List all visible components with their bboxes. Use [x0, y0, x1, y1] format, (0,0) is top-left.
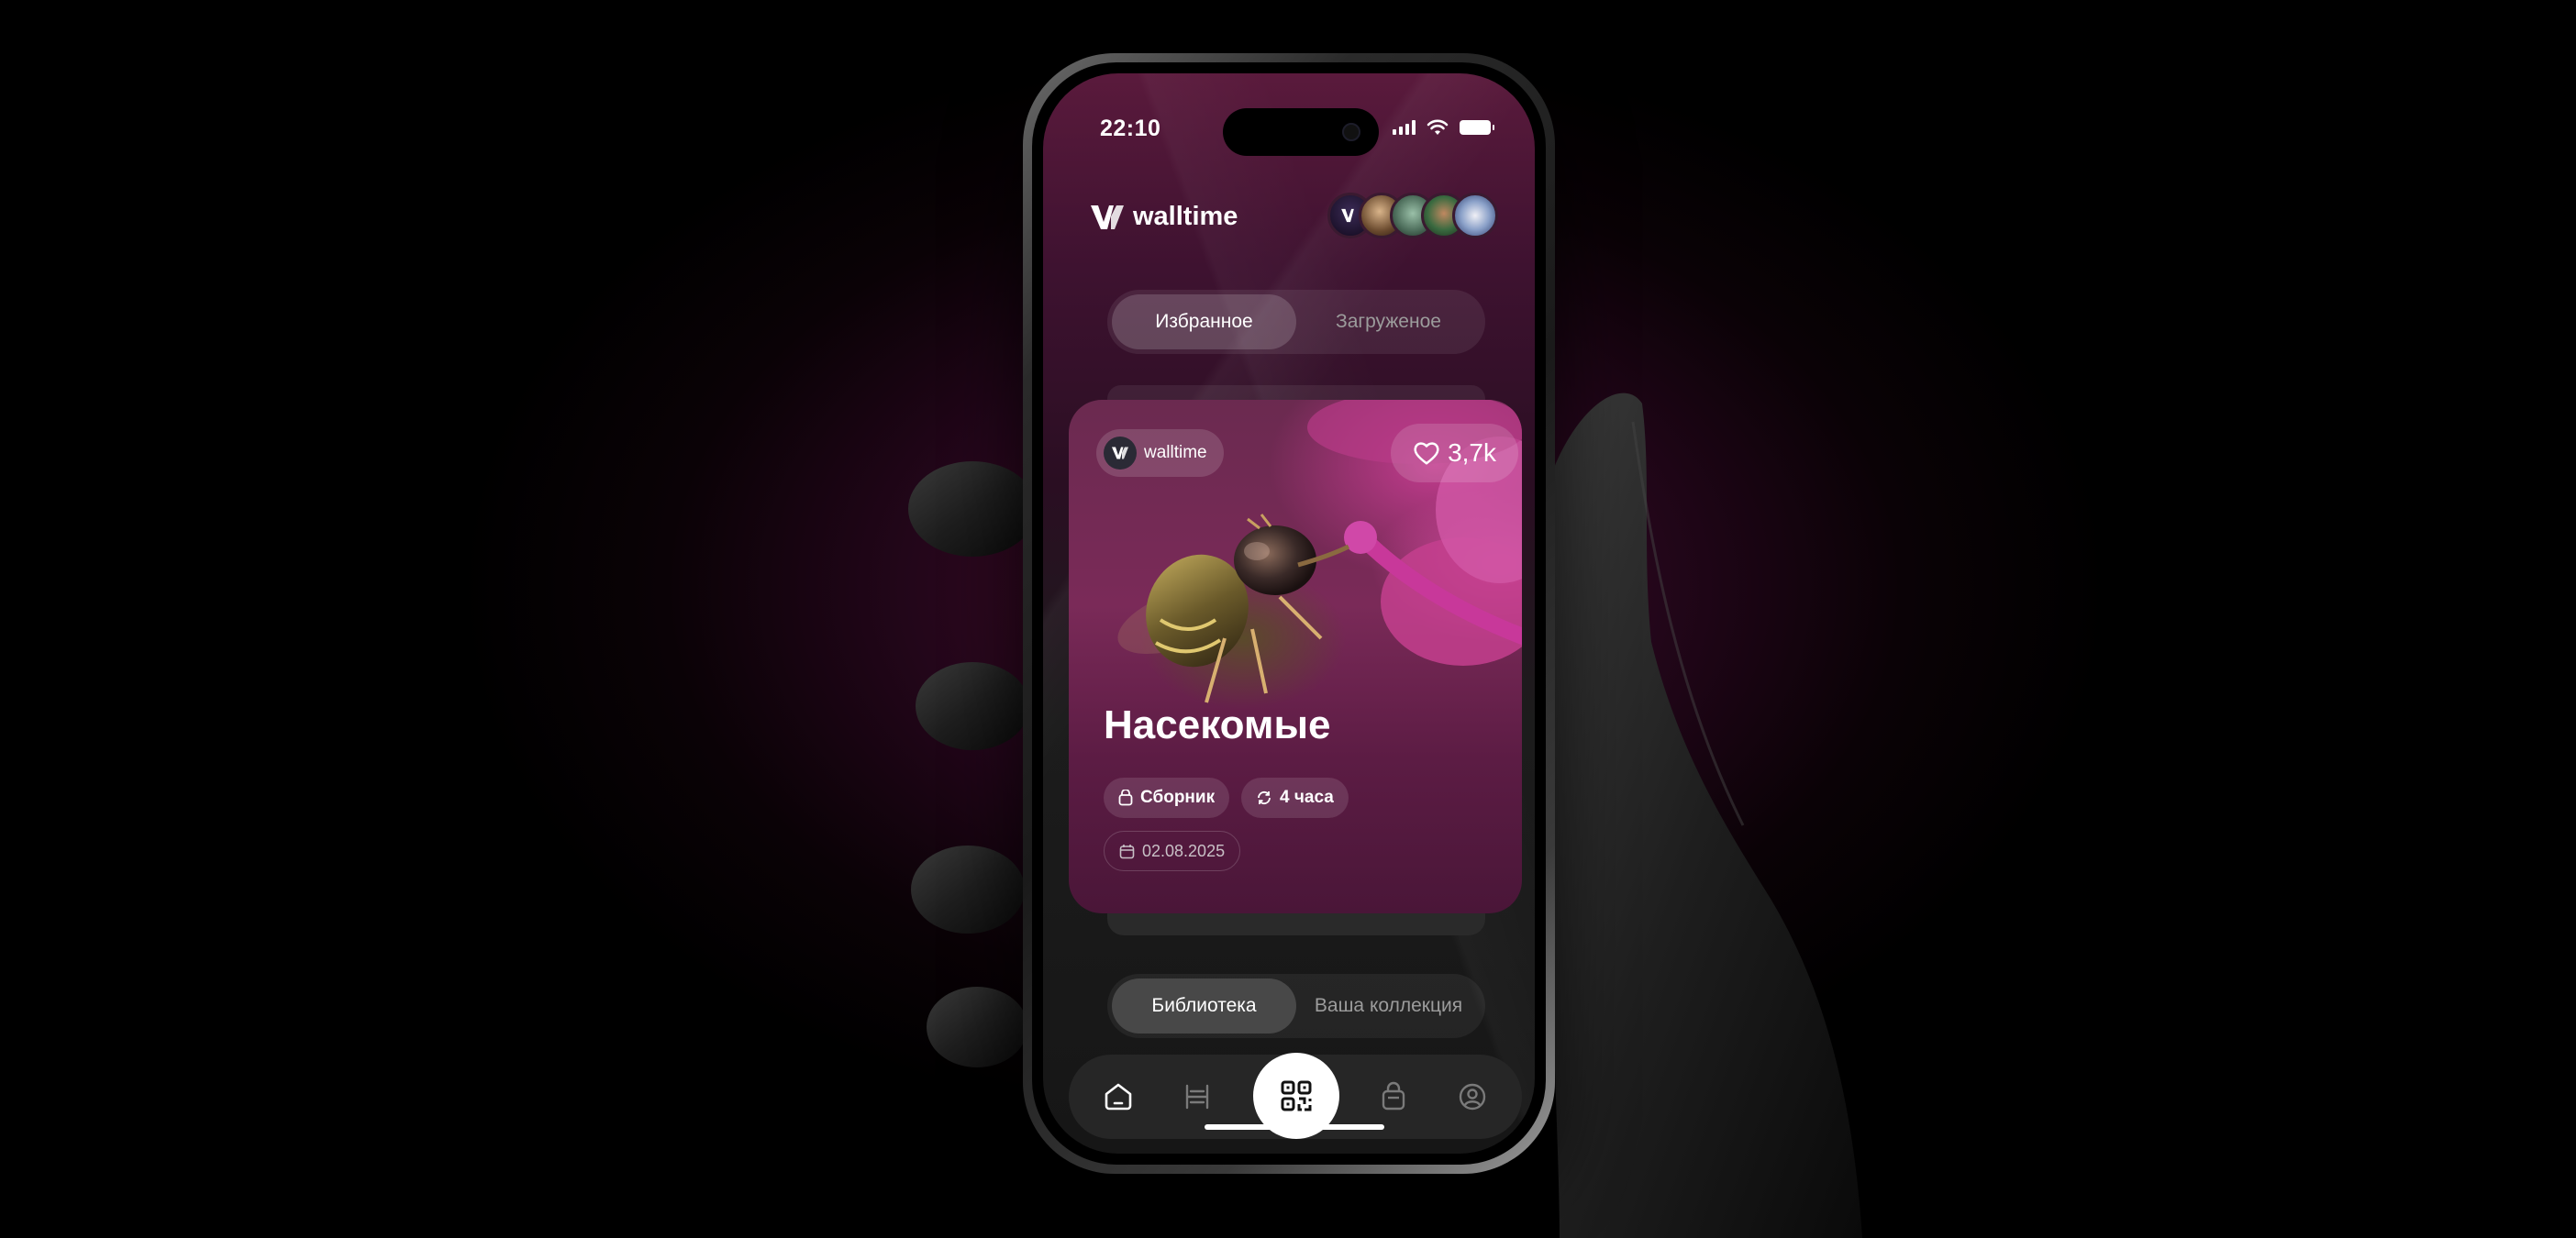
date-tag: 02.08.2025 — [1104, 831, 1241, 871]
avatar[interactable] — [1452, 193, 1498, 238]
tag-type: Сборник — [1140, 788, 1216, 807]
tab-your-collection[interactable]: Ваша коллекция — [1296, 978, 1481, 1034]
favorites-downloaded-switch: Избранное Загруженое — [1107, 290, 1485, 354]
tag-update: 4 часа — [1280, 788, 1334, 807]
battery-icon — [1460, 120, 1494, 135]
app-screen: 22:10 walltime Избранное Загруженое wall… — [1043, 73, 1535, 1154]
tab-downloaded[interactable]: Загруженое — [1296, 294, 1481, 349]
library-collection-switch: Библиотека Ваша коллекция — [1107, 974, 1485, 1038]
heart-icon — [1414, 442, 1439, 465]
tab-home[interactable] — [1096, 1075, 1140, 1119]
cellular-signal-icon — [1393, 120, 1416, 135]
tab-profile[interactable] — [1450, 1075, 1494, 1119]
status-bar: 22:10 — [1043, 108, 1535, 156]
calendar-icon — [1119, 844, 1135, 858]
collection-tag: Сборник — [1104, 778, 1230, 818]
refresh-icon — [1258, 790, 1271, 805]
wallpaper-card[interactable]: walltime 3,7k Насекомые Сборник 4 часа 0… — [1069, 400, 1522, 913]
update-tag: 4 часа — [1241, 778, 1349, 818]
author-name: walltime — [1144, 443, 1207, 462]
phone-frame: 22:10 walltime Избранное Загруженое wall… — [1023, 53, 1555, 1174]
status-icons — [1393, 119, 1494, 136]
profile-icon — [1459, 1083, 1486, 1111]
card-title: Насекомые — [1104, 702, 1331, 747]
like-button[interactable]: 3,7k — [1391, 424, 1518, 482]
tag-date: 02.08.2025 — [1142, 841, 1226, 860]
tab-bag[interactable] — [1371, 1075, 1416, 1119]
home-indicator[interactable] — [1205, 1124, 1384, 1130]
author-chip[interactable]: walltime — [1096, 429, 1224, 477]
tab-gallery[interactable] — [1175, 1075, 1219, 1119]
bag-icon — [1382, 1081, 1405, 1111]
gallery-icon — [1185, 1084, 1209, 1110]
qr-code-icon — [1281, 1080, 1312, 1111]
status-time: 22:10 — [1100, 116, 1161, 141]
brand-logo[interactable]: walltime — [1089, 202, 1238, 232]
wifi-icon — [1427, 119, 1449, 135]
avatar-group[interactable] — [1327, 193, 1498, 238]
dynamic-island — [1223, 108, 1379, 156]
bag-icon — [1118, 790, 1133, 806]
walltime-logo-icon — [1091, 204, 1124, 229]
app-header: walltime — [1080, 193, 1498, 248]
walltime-logo-icon — [1104, 437, 1137, 470]
like-count: 3,7k — [1448, 438, 1496, 467]
tab-library[interactable]: Библиотека — [1112, 978, 1296, 1034]
home-icon — [1105, 1083, 1132, 1111]
brand-name: walltime — [1133, 202, 1238, 231]
tab-favorites[interactable]: Избранное — [1112, 294, 1296, 349]
